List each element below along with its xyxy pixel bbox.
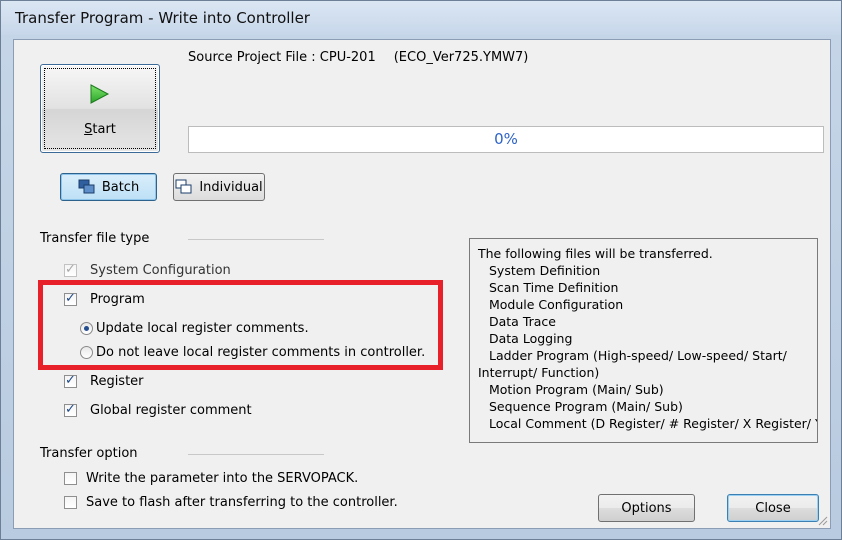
close-button-label: Close [755, 500, 791, 516]
register-checkbox[interactable] [64, 373, 77, 388]
list-item: Interrupt/ Function) [478, 365, 600, 380]
list-item: Scan Time Definition [489, 280, 619, 295]
global-register-comment-label: Global register comment [90, 403, 252, 418]
group-divider [188, 454, 324, 455]
highlight-box [38, 280, 443, 370]
system-configuration-checkbox[interactable] [64, 262, 77, 277]
resize-grip-icon[interactable] [816, 514, 828, 526]
batch-button[interactable]: Batch [60, 173, 157, 201]
close-button[interactable]: Close [727, 494, 819, 522]
source-project-file: Source Project File : CPU-201 (ECO_Ver725… [188, 50, 528, 65]
list-item: Data Trace [489, 314, 556, 329]
title-bar[interactable]: Transfer Program - Write into Controller [1, 1, 841, 35]
group-divider [188, 239, 324, 240]
progress-percent: 0% [494, 130, 518, 148]
play-icon [90, 84, 110, 104]
save-flash-checkbox[interactable] [64, 496, 77, 509]
write-servopack-label: Write the parameter into the SERVOPACK. [86, 471, 359, 486]
progress-bar: 0% [188, 126, 824, 153]
system-configuration-label: System Configuration [90, 263, 231, 278]
list-item: Local Comment (D Register/ # Register/ X… [489, 416, 818, 431]
list-item: Module Configuration [489, 297, 624, 312]
start-button-label: Start [84, 122, 116, 137]
source-project-filename: (ECO_Ver725.YMW7) [393, 50, 529, 65]
start-button[interactable]: Start [40, 64, 160, 153]
list-item: Motion Program (Main/ Sub) [489, 382, 664, 397]
list-item: Sequence Program (Main/ Sub) [489, 399, 683, 414]
batch-icon [78, 179, 95, 194]
write-servopack-checkbox[interactable] [64, 472, 77, 485]
transfer-files-heading: The following files will be transferred. [478, 246, 713, 261]
list-item: Data Logging [489, 331, 573, 346]
window-title: Transfer Program - Write into Controller [15, 9, 310, 27]
global-register-comment-checkbox[interactable] [64, 402, 77, 417]
individual-label: Individual [199, 179, 263, 195]
transfer-dialog: Transfer Program - Write into Controller… [0, 0, 842, 540]
list-item: Ladder Program (High-speed/ Low-speed/ S… [489, 348, 787, 363]
options-button[interactable]: Options [598, 494, 695, 522]
source-project-prefix: Source Project File : CPU-201 [188, 50, 376, 65]
transfer-files-list[interactable]: The following files will be transferred.… [469, 238, 818, 443]
transfer-file-type-label: Transfer file type [40, 231, 150, 246]
register-label: Register [90, 374, 144, 389]
list-item: System Definition [489, 263, 601, 278]
save-flash-label: Save to flash after transferring to the … [86, 495, 398, 510]
batch-label: Batch [101, 179, 140, 195]
dialog-body: Start Source Project File : CPU-201 (ECO_… [13, 39, 831, 529]
individual-button[interactable]: Individual [173, 173, 265, 201]
options-button-label: Options [621, 500, 672, 516]
individual-icon [175, 179, 192, 194]
transfer-option-label: Transfer option [40, 446, 138, 461]
